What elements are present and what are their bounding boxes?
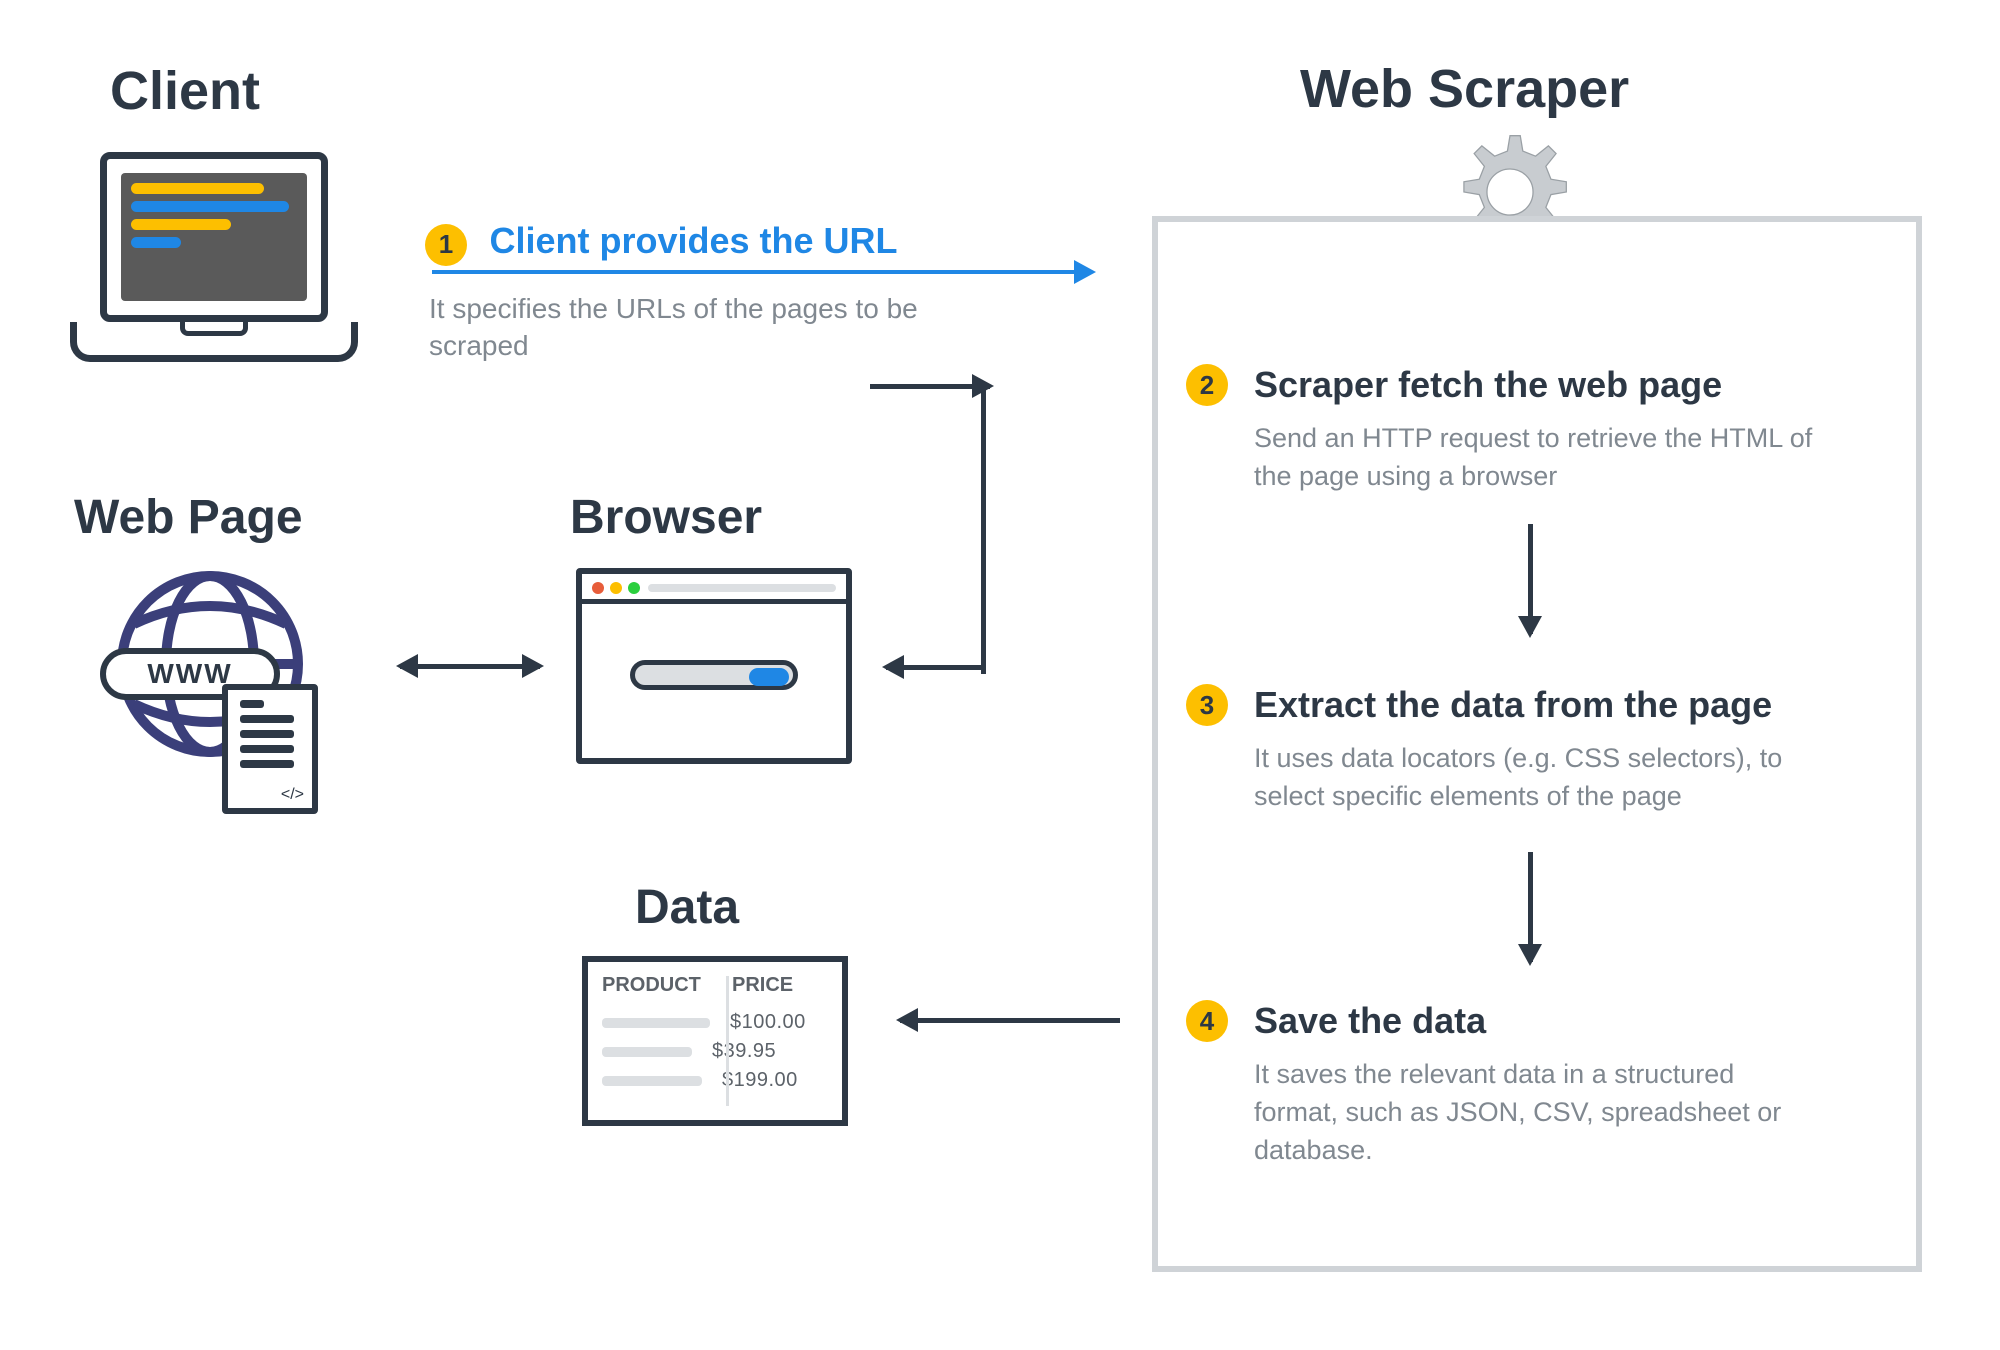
step-1-title: Client provides the URL <box>489 220 897 262</box>
arrow-client-to-scraper <box>432 270 1092 274</box>
web-scraper-title: Web Scraper <box>1300 58 1629 120</box>
window-dot-red <box>592 582 604 594</box>
laptop-icon <box>70 152 358 388</box>
data-price-1: $100.00 <box>730 1011 806 1034</box>
data-title: Data <box>635 880 739 935</box>
step-4: 4 Save the data It saves the relevant da… <box>1186 1000 1886 1169</box>
html-document-icon: </> <box>222 684 318 814</box>
step-4-desc: It saves the relevant data in a structur… <box>1254 1056 1814 1169</box>
web-page-title: Web Page <box>74 490 303 545</box>
step-1-desc: It specifies the URLs of the pages to be… <box>429 290 949 366</box>
step-3-title: Extract the data from the page <box>1254 684 1772 726</box>
arrow-webpage-browser <box>400 664 540 669</box>
step-badge-4: 4 <box>1186 1000 1228 1042</box>
data-header-product: PRODUCT <box>602 974 712 997</box>
arrow-scraper-to-data <box>900 1018 1120 1023</box>
step-4-title: Save the data <box>1254 1000 1486 1042</box>
data-table-card: PRODUCT PRICE $100.00 $39.95 $199.00 <box>582 956 848 1126</box>
step-3-desc: It uses data locators (e.g. CSS selector… <box>1254 740 1814 816</box>
step-2-desc: Send an HTTP request to retrieve the HTM… <box>1254 420 1814 496</box>
step-2: 2 Scraper fetch the web page Send an HTT… <box>1186 364 1886 496</box>
step-1: 1 Client provides the URL It specifies t… <box>425 220 1065 365</box>
step-3: 3 Extract the data from the page It uses… <box>1186 684 1886 816</box>
data-price-2: $39.95 <box>712 1040 776 1063</box>
window-dot-green <box>628 582 640 594</box>
arrow-browser-to-scraper <box>886 384 986 670</box>
code-tag-label: </> <box>281 786 304 804</box>
window-dot-yellow <box>610 582 622 594</box>
arrow-step2-to-step3 <box>1528 524 1533 634</box>
step-badge-2: 2 <box>1186 364 1228 406</box>
browser-title: Browser <box>570 490 762 545</box>
browser-window-icon <box>576 568 852 764</box>
arrow-step3-to-step4 <box>1528 852 1533 962</box>
data-price-3: $199.00 <box>722 1069 798 1092</box>
browser-search-bar <box>630 660 798 690</box>
data-header-price: PRICE <box>732 974 793 997</box>
step-badge-1: 1 <box>425 224 467 266</box>
step-badge-3: 3 <box>1186 684 1228 726</box>
step-2-title: Scraper fetch the web page <box>1254 364 1722 406</box>
client-title: Client <box>110 60 260 122</box>
globe-icon: WWW </> <box>110 564 310 854</box>
